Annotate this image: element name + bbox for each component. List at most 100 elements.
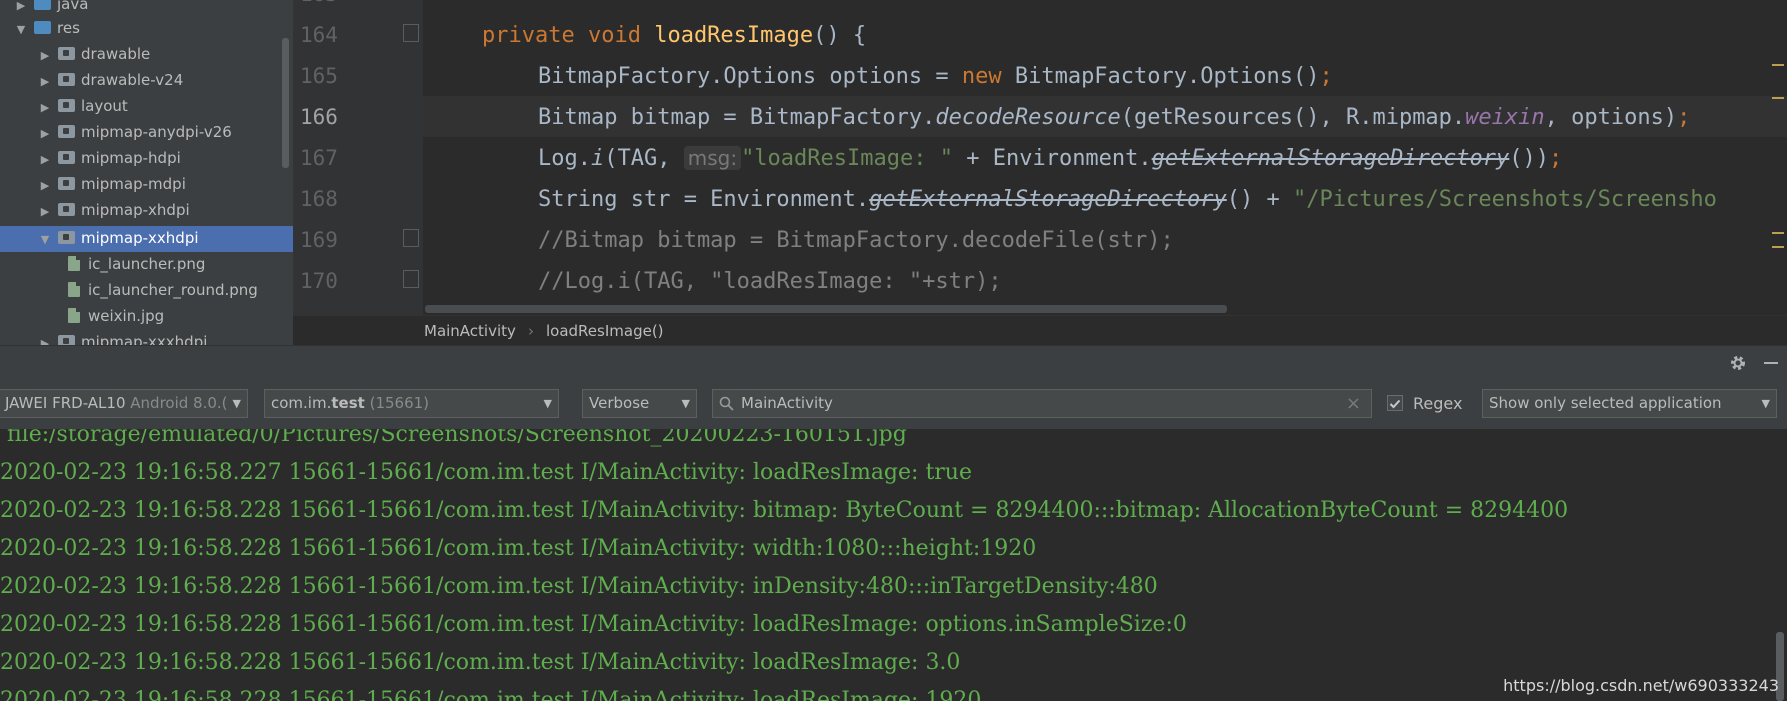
breadcrumb-class[interactable]: MainActivity [424, 316, 516, 346]
tree-item[interactable]: ▶ layout [38, 94, 128, 118]
tree-item[interactable]: ▶ mipmap-xhdpi [38, 198, 190, 222]
tree-item[interactable]: ic_launcher_round.png [68, 278, 258, 302]
breadcrumb-method[interactable]: loadResImage() [546, 316, 664, 346]
code-text: String str = Environment. [538, 187, 870, 212]
error-stripe-mark[interactable] [1772, 64, 1784, 66]
image-file-icon [68, 282, 80, 297]
process-name: test [331, 394, 365, 412]
folder-icon [58, 73, 75, 86]
tree-item[interactable]: ▶ drawable [38, 42, 151, 68]
code-line-169[interactable]: //Bitmap bitmap = BitmapFactory.decodeFi… [538, 220, 1174, 261]
tree-item-label: ic_launcher.png [88, 255, 206, 273]
semicolon: ; [1677, 105, 1691, 130]
filter-value: Show only selected application [1489, 394, 1722, 412]
line-number-current: 166 [300, 105, 338, 129]
tree-item[interactable]: ▼ res [14, 16, 80, 40]
collapsed-arrow-icon[interactable]: ▶ [38, 122, 52, 146]
tree-item[interactable]: ▶ mipmap-anydpi-v26 [38, 120, 232, 144]
line-number: 167 [300, 146, 338, 170]
logcat-output[interactable]: file:/storage/emulated/0/Pictures/Screen… [0, 429, 1787, 701]
log-line[interactable]: 2020-02-23 19:16:58.228 15661-15661/com.… [0, 530, 1036, 567]
static-method: i [590, 146, 605, 171]
collapsed-arrow-icon[interactable]: ▶ [38, 332, 52, 345]
process-selector[interactable]: com.im.test (15661) ▼ [264, 389, 559, 418]
line-number: 164 [300, 23, 338, 47]
code-text: Log. [538, 146, 591, 171]
log-line[interactable]: 2020-02-23 19:16:58.227 15661-15661/com.… [0, 454, 972, 491]
collapsed-arrow-icon[interactable]: ▶ [38, 44, 52, 68]
minimize-icon[interactable] [1764, 362, 1778, 364]
regex-label[interactable]: Regex [1413, 394, 1462, 413]
code-text: BitmapFactory.Options options = [538, 64, 962, 89]
folder-icon [58, 125, 75, 138]
line-number: 168 [300, 187, 338, 211]
tree-item[interactable]: ▶ mipmap-xxxhdpi [38, 330, 207, 345]
clear-icon[interactable]: × [1346, 390, 1361, 417]
tree-scrollbar[interactable] [282, 38, 289, 168]
tree-item-label: mipmap-xxxhdpi [81, 333, 208, 345]
editor-horizontal-scrollbar[interactable] [425, 305, 1227, 313]
log-line[interactable]: file:/storage/emulated/0/Pictures/Screen… [0, 429, 907, 453]
fold-marker-icon[interactable] [403, 24, 419, 42]
watermark: https://blog.csdn.net/w690333243 [1503, 676, 1779, 695]
collapsed-arrow-icon[interactable]: ▶ [38, 148, 52, 172]
code-line-167[interactable]: Log.i(TAG, msg: "loadResImage: " + Enviro… [538, 138, 1562, 179]
line-number: 169 [300, 228, 338, 252]
line-number: 165 [300, 64, 338, 88]
expanded-arrow-icon[interactable]: ▼ [14, 18, 28, 42]
log-level-selector[interactable]: Verbose ▼ [582, 389, 697, 418]
search-icon [719, 396, 734, 411]
filter-selector[interactable]: Show only selected application ▼ [1482, 389, 1777, 418]
code-line-166[interactable]: Bitmap bitmap = BitmapFactory.decodeReso… [538, 97, 1690, 138]
tree-item[interactable]: ▼ mipmap-xxhdpi [38, 226, 199, 250]
tree-item[interactable]: ▶ drawable-v24 [38, 68, 183, 92]
tree-item-label: mipmap-hdpi [81, 149, 181, 167]
breadcrumb: MainActivity › loadResImage() [293, 315, 1787, 346]
folder-icon [58, 177, 75, 190]
tree-item-label: mipmap-xhdpi [81, 201, 190, 219]
tree-item-label: drawable [81, 45, 151, 63]
fold-marker-icon[interactable] [403, 229, 419, 247]
tree-item[interactable]: ▶ java [14, 0, 88, 16]
chevron-down-icon: ▼ [543, 397, 552, 410]
logcat-title-bar [0, 345, 1787, 379]
code-text: () + [1226, 187, 1293, 212]
chevron-down-icon: ▼ [1761, 397, 1770, 410]
log-line[interactable]: 2020-02-23 19:16:58.228 15661-15661/com.… [0, 682, 981, 701]
error-stripe-mark[interactable] [1772, 232, 1784, 234]
log-line[interactable]: 2020-02-23 19:16:58.228 15661-15661/com.… [0, 492, 1568, 529]
code-line-170[interactable]: //Log.i(TAG, "loadResImage: "+str); [538, 261, 1002, 302]
tree-item-label: mipmap-xxhdpi [81, 229, 199, 247]
log-line[interactable]: 2020-02-23 19:16:58.228 15661-15661/com.… [0, 606, 1187, 643]
expanded-arrow-icon[interactable]: ▼ [38, 228, 52, 252]
project-tree: ▶ java ▼ res ▶ drawable ▶ drawable-v24 ▶ layout ▶ m… [0, 0, 293, 345]
search-input[interactable]: MainActivity × [712, 389, 1372, 418]
logcat-toolbar: JAWEI FRD-AL10 Android 8.0.( ▼ com.im.te… [0, 378, 1787, 430]
search-value: MainActivity [741, 394, 833, 412]
collapsed-arrow-icon[interactable]: ▶ [38, 70, 52, 94]
log-line[interactable]: 2020-02-23 19:16:58.228 15661-15661/com.… [0, 644, 960, 681]
log-line[interactable]: 2020-02-23 19:16:58.228 15661-15661/com.… [0, 568, 1158, 605]
regex-checkbox[interactable] [1387, 395, 1403, 411]
gear-icon[interactable] [1729, 354, 1747, 372]
device-selector[interactable]: JAWEI FRD-AL10 Android 8.0.( ▼ [0, 389, 248, 418]
collapsed-arrow-icon[interactable]: ▶ [38, 200, 52, 224]
fold-marker-icon[interactable] [403, 270, 419, 288]
folder-icon [58, 335, 75, 345]
code-line-164[interactable]: private void loadResImage() { [482, 15, 866, 56]
code-text: () { [813, 23, 867, 48]
error-stripe-mark[interactable] [1772, 97, 1784, 99]
tree-item[interactable]: ▶ mipmap-hdpi [38, 146, 181, 170]
error-stripe-mark[interactable] [1772, 246, 1784, 248]
collapsed-arrow-icon[interactable]: ▶ [38, 96, 52, 120]
tree-item[interactable]: ▶ mipmap-mdpi [38, 172, 186, 196]
image-file-icon [68, 256, 80, 271]
tree-item[interactable]: weixin.jpg [68, 304, 164, 328]
code-line-165[interactable]: BitmapFactory.Options options = new Bitm… [538, 56, 1333, 97]
line-number: 163 [300, 0, 360, 15]
tree-item[interactable]: ic_launcher.png [68, 252, 205, 276]
code-line-168[interactable]: String str = Environment.getExternalStor… [538, 179, 1717, 220]
collapsed-arrow-icon[interactable]: ▶ [38, 174, 52, 198]
tree-item-label: mipmap-mdpi [81, 175, 186, 193]
keyword: private [482, 23, 575, 48]
